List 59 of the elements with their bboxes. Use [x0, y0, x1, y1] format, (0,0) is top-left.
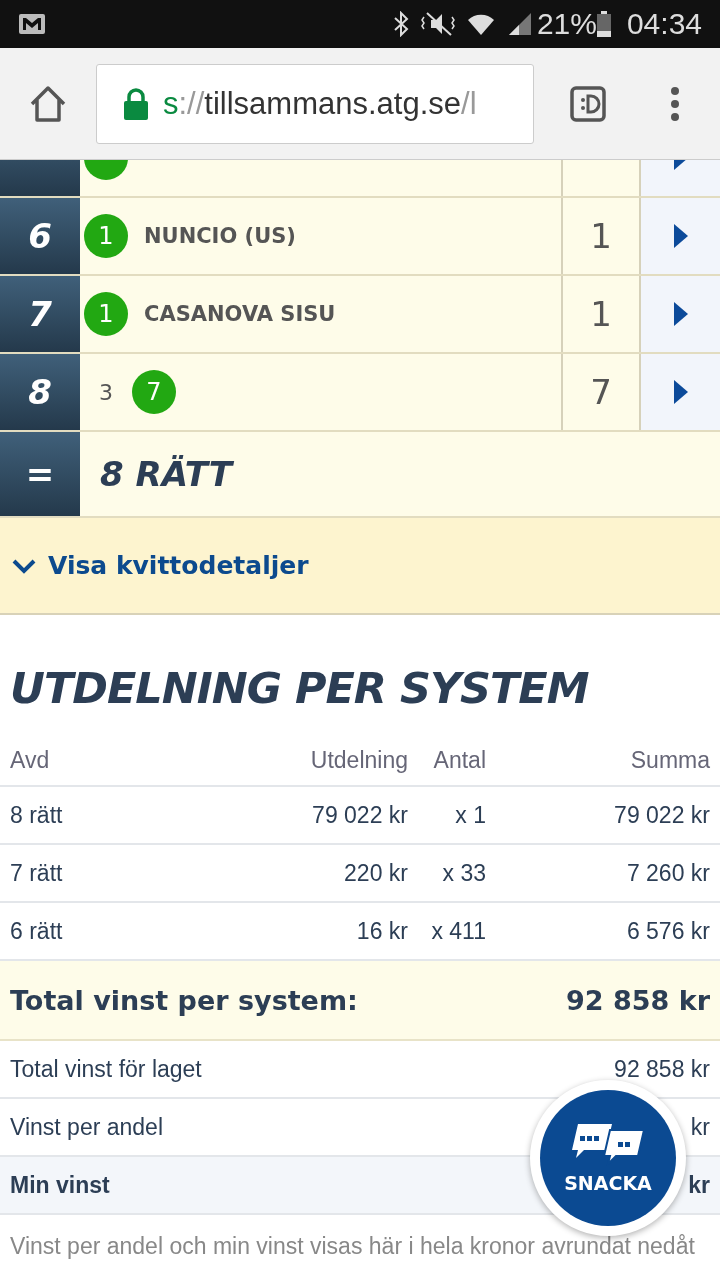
summary-value: kr [688, 1171, 710, 1199]
leg-details-button[interactable] [641, 276, 720, 352]
details-toggle[interactable]: Visa kvittodetaljer [12, 551, 309, 580]
table-cell-text: x 411 [430, 917, 486, 945]
winner-badge: 1 [84, 292, 128, 336]
play-arrow-icon [673, 224, 688, 248]
leg-number: 6 [0, 198, 80, 274]
summary-value: kr [690, 1113, 710, 1141]
table-cell-text: 220 kr [343, 859, 408, 887]
footnote-text: Vinst per andel och min vinst visas här i hela kronor avrundat nedåt [10, 1233, 696, 1260]
summary-value: 92 858 kr [614, 1055, 710, 1083]
summary-label: Min vinst [10, 1171, 110, 1199]
menu-icon[interactable] [670, 85, 680, 122]
summary-label: Vinst per andel [10, 1113, 163, 1141]
table-cell-text: 6 rätt [10, 917, 64, 945]
leg-result: 7 [561, 354, 641, 430]
table-cell-text: x 33 [441, 859, 486, 887]
leg-result: 1 [561, 276, 641, 352]
leg-details-button[interactable] [641, 354, 720, 430]
battery-icon [596, 11, 611, 37]
horse-name: CASANOVA SISU [144, 302, 336, 326]
table-cell-text: 79 022 kr [613, 801, 710, 829]
column-header: Utdelning [309, 746, 408, 774]
mute-vibrate-icon [420, 11, 455, 37]
address-bar[interactable]: s://tillsammans.atg.se/l [96, 63, 534, 144]
table-cell-text: x 1 [454, 801, 486, 829]
table-cell-text: 8 rätt [10, 801, 64, 829]
url-text: s://tillsammans.atg.se/l [163, 85, 477, 122]
play-arrow-icon [673, 380, 688, 404]
column-header: Antal [432, 746, 486, 774]
column-header: Summa [629, 746, 710, 774]
equals-sign: = [0, 432, 80, 516]
summary-label: Total vinst för laget [10, 1055, 202, 1083]
clock-time: 04:34 [626, 7, 702, 41]
mail-icon [18, 13, 46, 35]
table-cell-text: 6 576 kr [625, 917, 710, 945]
table-cell-text: 16 kr [355, 917, 408, 945]
total-label: Total vinst per system: [10, 984, 358, 1016]
table-cell-text: 7 rätt [10, 859, 64, 887]
table-cell-text: 7 260 kr [625, 859, 710, 887]
table-cell-text: 79 022 kr [311, 801, 408, 829]
correct-count: 8 RÄTT [100, 454, 232, 494]
leg-result: 1 [561, 198, 641, 274]
section-title: UTDELNING PER SYSTEM [10, 663, 590, 713]
pick-number: 3 [98, 379, 114, 405]
total-value: 92 858 kr [566, 984, 710, 1016]
tab-switcher-icon[interactable] [570, 85, 606, 122]
play-arrow-icon [673, 302, 688, 326]
lock-icon [123, 87, 149, 120]
battery-percent: 21% [536, 7, 597, 41]
horse-name: NUNCIO (US) [144, 224, 296, 248]
leg-number: 8 [0, 354, 80, 430]
winner-badge: 1 [84, 214, 128, 258]
winner-badge: 7 [132, 370, 176, 414]
home-icon[interactable] [28, 83, 68, 124]
column-header: Avd [10, 746, 51, 774]
bluetooth-icon [392, 11, 409, 37]
leg-details-button[interactable] [641, 198, 720, 274]
leg-number: 7 [0, 276, 80, 352]
